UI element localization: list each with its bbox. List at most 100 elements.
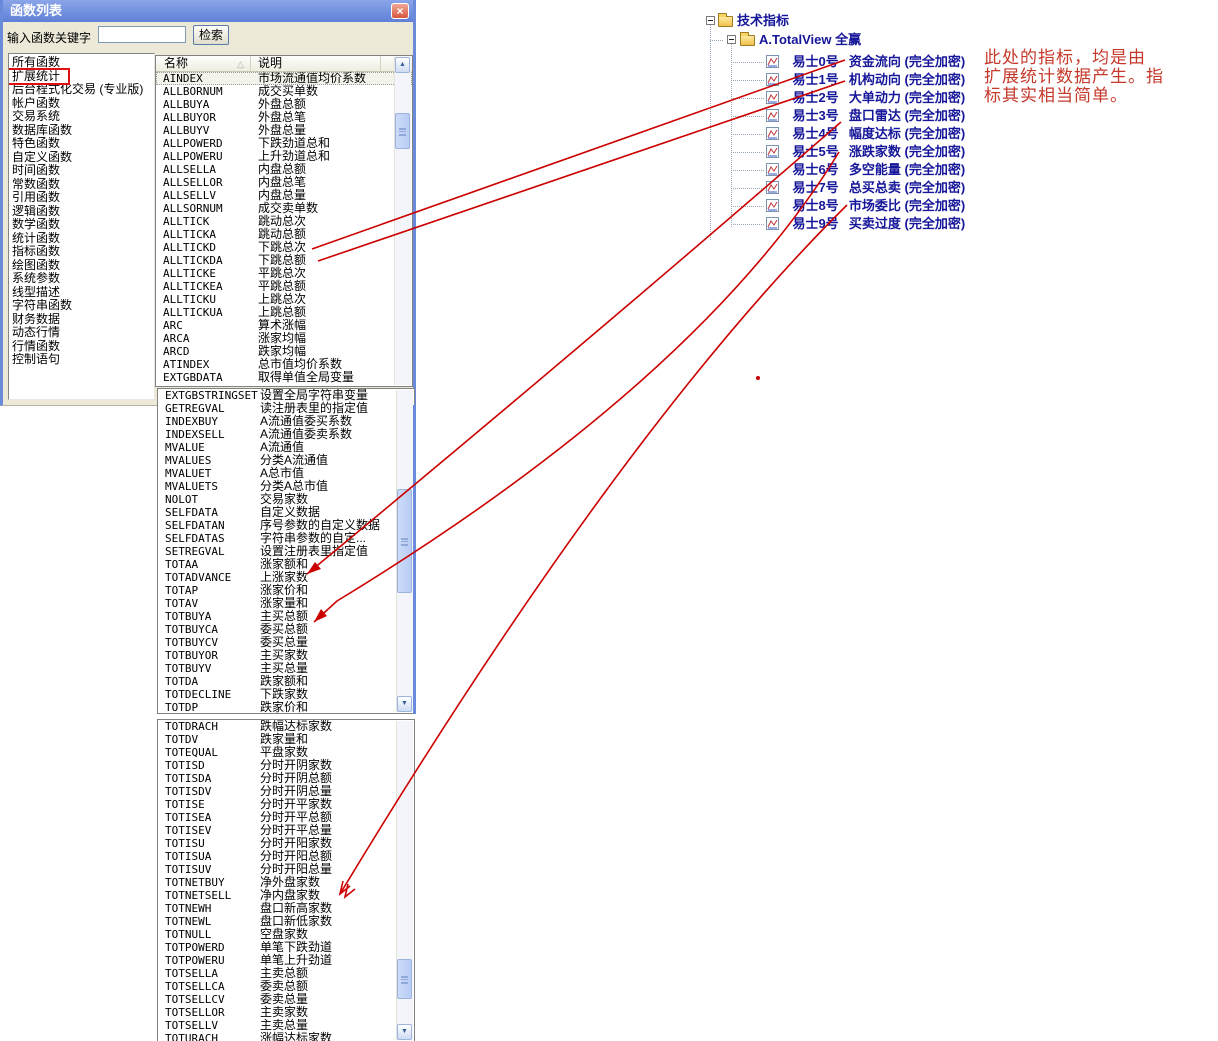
category-item[interactable]: 特色函数 (9, 137, 154, 151)
function-desc: 取得单值全局变量 (257, 371, 354, 384)
tree-item[interactable]: 易士7号 总买总卖 (完全加密) (700, 179, 1000, 197)
indicator-desc: 幅度达标 (完全加密) (849, 126, 965, 141)
search-button[interactable]: 检索 (193, 25, 229, 45)
category-item[interactable]: 行情函数 (9, 340, 154, 354)
function-name: TOTSELLOR (158, 1006, 259, 1019)
function-name: TOTURACH (158, 1032, 259, 1041)
scrollbar-thumb[interactable] (397, 489, 412, 593)
function-name: ALLTICKE (156, 267, 257, 280)
tree-item[interactable]: 易士1号 机构动向 (完全加密) (700, 71, 1000, 89)
category-item[interactable]: 自定义函数 (9, 151, 154, 165)
function-name: MVALUETS (158, 480, 259, 493)
function-name: TOTDP (158, 701, 259, 714)
tree-group-label[interactable]: A.TotalView 全赢 (759, 32, 861, 47)
title-bar[interactable]: 函数列表 × (3, 0, 413, 22)
function-name: TOTISDV (158, 785, 259, 798)
function-name: TOTADVANCE (158, 571, 259, 584)
tree-item[interactable]: 易士4号 幅度达标 (完全加密) (700, 125, 1000, 143)
column-header-name[interactable]: 名称 △ (156, 56, 251, 71)
category-item[interactable]: 指标函数 (9, 245, 154, 259)
function-name: ALLPOWERD (156, 137, 257, 150)
category-item[interactable]: 财务数据 (9, 313, 154, 327)
function-name: TOTISU (158, 837, 259, 850)
indicator-name: 易士3号 (792, 107, 844, 125)
function-name: ALLTICKEA (156, 280, 257, 293)
category-item[interactable]: 所有函数 (9, 56, 154, 70)
tree-item[interactable]: 易士2号 大单动力 (完全加密) (700, 89, 1000, 107)
indicator-name: 易士8号 (792, 197, 844, 215)
thumb-grip (401, 541, 408, 543)
function-name: TOTSELLCV (158, 993, 259, 1006)
function-name: ALLTICKD (156, 241, 257, 254)
function-name: EXTGBSTRINGSET (158, 389, 259, 402)
scrollbar-2[interactable]: ▼ (396, 390, 413, 712)
function-name: TOTBUYCV (158, 636, 259, 649)
tree-item[interactable]: 易士5号 涨跌家数 (完全加密) (700, 143, 1000, 161)
page: 函数列表 × 输入函数关键字 检索 所有函数扩展统计后台程式化交易 (专业版)帐… (0, 0, 1218, 1041)
indicator-desc: 资金流向 (完全加密) (849, 54, 965, 69)
scrollbar-1[interactable]: ▲ (394, 57, 411, 385)
tree-item[interactable]: 易士0号 资金流向 (完全加密) (700, 53, 1000, 71)
tree-item[interactable]: 易士3号 盘口雷达 (完全加密) (700, 107, 1000, 125)
category-item[interactable]: 常数函数 (9, 178, 154, 192)
scroll-up-icon[interactable]: ▲ (395, 57, 410, 73)
table-header: 名称 △ 说明 (156, 56, 412, 72)
function-name: MVALUET (158, 467, 259, 480)
column-header-desc[interactable]: 说明 (251, 56, 381, 71)
scrollbar-3[interactable]: ▼ (396, 721, 413, 1040)
category-item[interactable]: 动态行情 (9, 326, 154, 340)
indicator-name: 易士9号 (792, 215, 844, 233)
function-name: TOTPOWERU (158, 954, 259, 967)
tree-item[interactable]: 易士8号 市场委比 (完全加密) (700, 197, 1000, 215)
chart-icon (766, 199, 779, 212)
function-name: TOTSELLCA (158, 980, 259, 993)
category-item[interactable]: 时间函数 (9, 164, 154, 178)
category-item[interactable]: 逻辑函数 (9, 205, 154, 219)
tree-root-label[interactable]: 技术指标 (737, 13, 789, 28)
annotation-line: 标其实相当简单。 (984, 86, 1204, 105)
category-item[interactable]: 引用函数 (9, 191, 154, 205)
category-item[interactable]: 后台程式化交易 (专业版) (9, 83, 154, 97)
category-list: 所有函数扩展统计后台程式化交易 (专业版)帐户函数交易系统数据库函数特色函数自定… (8, 53, 155, 400)
category-item[interactable]: 交易系统 (9, 110, 154, 124)
function-name: TOTBUYA (158, 610, 259, 623)
indicator-name: 易士2号 (792, 89, 844, 107)
function-name: ALLTICK (156, 215, 257, 228)
scroll-down-icon[interactable]: ▼ (397, 696, 412, 712)
table-rows-2: EXTGBSTRINGSET 设置全局字符串变量 GETREGVAL 读注册表里… (158, 389, 414, 714)
table-row[interactable]: TOTDP 跌家价和 (158, 701, 414, 714)
indicator-desc: 总买总卖 (完全加密) (849, 180, 965, 195)
collapse-icon[interactable] (706, 16, 715, 25)
category-item[interactable]: 数据库函数 (9, 124, 154, 138)
category-item[interactable]: 扩展统计 (9, 70, 68, 84)
function-name: TOTISUA (158, 850, 259, 863)
function-name: TOTAP (158, 584, 259, 597)
annotation-line: 此处的指标，均是由 (984, 48, 1204, 67)
scroll-down-icon[interactable]: ▼ (397, 1024, 412, 1040)
chart-icon (766, 145, 779, 158)
category-item[interactable]: 统计函数 (9, 232, 154, 246)
scrollbar-thumb[interactable] (395, 113, 410, 149)
indicator-tree: 技术指标 A.TotalView 全赢 易士0号 资金流向 (完全加密) 易士1… (700, 12, 1000, 244)
table-row[interactable]: TOTURACH 涨幅达标家数 (158, 1032, 414, 1041)
collapse-icon[interactable] (727, 35, 736, 44)
window-title: 函数列表 (10, 3, 62, 18)
function-name: AINDEX (156, 72, 257, 85)
category-item[interactable]: 帐户函数 (9, 97, 154, 111)
table-row[interactable]: EXTGBDATA 取得单值全局变量 (156, 371, 412, 384)
function-name: ALLTICKDA (156, 254, 257, 267)
close-icon[interactable]: × (391, 3, 409, 19)
function-name: SETREGVAL (158, 545, 259, 558)
function-name: TOTSELLA (158, 967, 259, 980)
tree-item[interactable]: 易士6号 多空能量 (完全加密) (700, 161, 1000, 179)
category-item[interactable]: 数学函数 (9, 218, 154, 232)
category-item[interactable]: 控制语句 (9, 353, 154, 367)
category-item[interactable]: 绘图函数 (9, 259, 154, 273)
tree-item[interactable]: 易士9号 买卖过度 (完全加密) (700, 215, 1000, 233)
category-item[interactable]: 系统参数 (9, 272, 154, 286)
scrollbar-thumb[interactable] (397, 959, 412, 999)
category-item[interactable]: 字符串函数 (9, 299, 154, 313)
category-item[interactable]: 线型描述 (9, 286, 154, 300)
search-input[interactable] (98, 26, 186, 43)
function-desc: 跌家价和 (259, 701, 308, 714)
